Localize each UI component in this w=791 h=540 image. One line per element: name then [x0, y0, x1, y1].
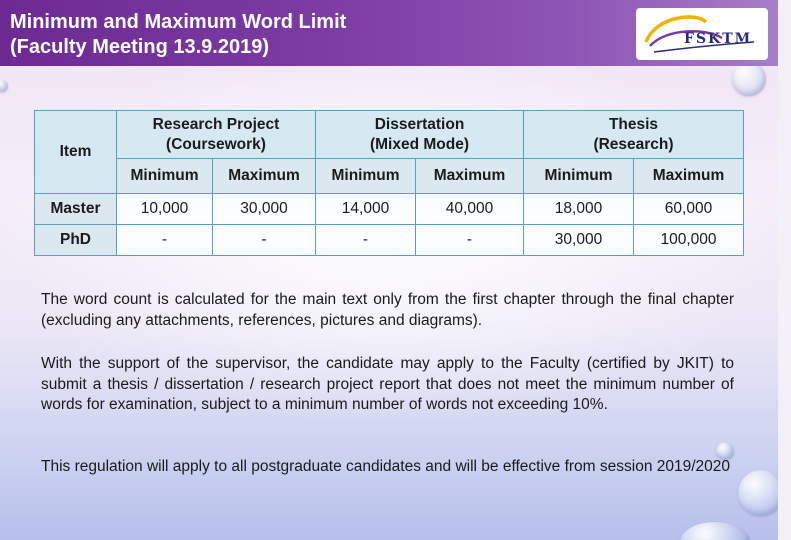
group-header-line: (Coursework)	[166, 135, 266, 153]
table-cell: -	[315, 224, 416, 256]
group-header-line: Dissertation	[374, 115, 465, 133]
column-header: Maximum	[415, 158, 524, 194]
group-header-line: (Research)	[593, 135, 674, 153]
group-header-line: Thesis	[608, 115, 659, 133]
note-supervisor-support: With the support of the supervisor, the …	[41, 355, 734, 413]
group-header-research-project: Research Project (Coursework)	[116, 110, 316, 159]
note-regulation-effective: This regulation will apply to all postgr…	[41, 458, 731, 475]
group-header-line: (Mixed Mode)	[369, 135, 470, 153]
table-cell: 14,000	[315, 193, 416, 225]
logo-emblem-icon: FSKTM	[644, 15, 755, 53]
table-cell: 18,000	[523, 193, 634, 225]
table-cell: 10,000	[116, 193, 213, 225]
table-cell: 60,000	[633, 193, 744, 225]
table-cell: -	[116, 224, 213, 256]
decorative-bubble	[680, 522, 750, 540]
table-row-master: Master 10,000 30,000 14,000 40,000 18,00…	[34, 193, 744, 225]
page-title: Minimum and Maximum Word Limit (Faculty …	[10, 10, 346, 60]
item-header: Item	[34, 110, 117, 194]
table-cell: -	[415, 224, 524, 256]
row-label: Master	[34, 193, 117, 225]
decorative-bubble	[732, 62, 766, 96]
slide: Minimum and Maximum Word Limit (Faculty …	[0, 0, 778, 540]
title-line-1: Minimum and Maximum Word Limit	[10, 11, 347, 33]
word-limit-table: Item Research Project (Coursework) Disse…	[34, 110, 744, 256]
table-header-row: Item Research Project (Coursework) Disse…	[34, 110, 744, 194]
column-header: Minimum	[116, 158, 213, 194]
group-header-line: Research Project	[152, 115, 280, 133]
row-label: PhD	[34, 224, 117, 256]
group-header-dissertation: Dissertation (Mixed Mode)	[315, 110, 524, 159]
table-cell: 100,000	[633, 224, 744, 256]
table-cell: 40,000	[415, 193, 524, 225]
group-header-thesis: Thesis (Research)	[523, 110, 744, 159]
column-header: Maximum	[212, 158, 316, 194]
window-margin	[778, 0, 791, 540]
table-cell: -	[212, 224, 316, 256]
decorative-bubble	[738, 470, 778, 516]
table-cell: 30,000	[523, 224, 634, 256]
column-header: Minimum	[523, 158, 634, 194]
table-cell: 30,000	[212, 193, 316, 225]
column-header: Minimum	[315, 158, 416, 194]
column-header: Maximum	[633, 158, 744, 194]
faculty-logo: FSKTM	[636, 8, 768, 60]
table-row-phd: PhD - - - - 30,000 100,000	[34, 224, 744, 256]
title-bar: Minimum and Maximum Word Limit (Faculty …	[0, 0, 778, 66]
decorative-bubble	[0, 80, 8, 92]
title-line-2: (Faculty Meeting 13.9.2019)	[10, 36, 269, 58]
table-subheader-row: Minimum Maximum Minimum Maximum Minimum …	[35, 158, 744, 194]
logo-text: FSKTM	[684, 31, 752, 47]
note-word-count: The word count is calculated for the mai…	[41, 291, 734, 329]
